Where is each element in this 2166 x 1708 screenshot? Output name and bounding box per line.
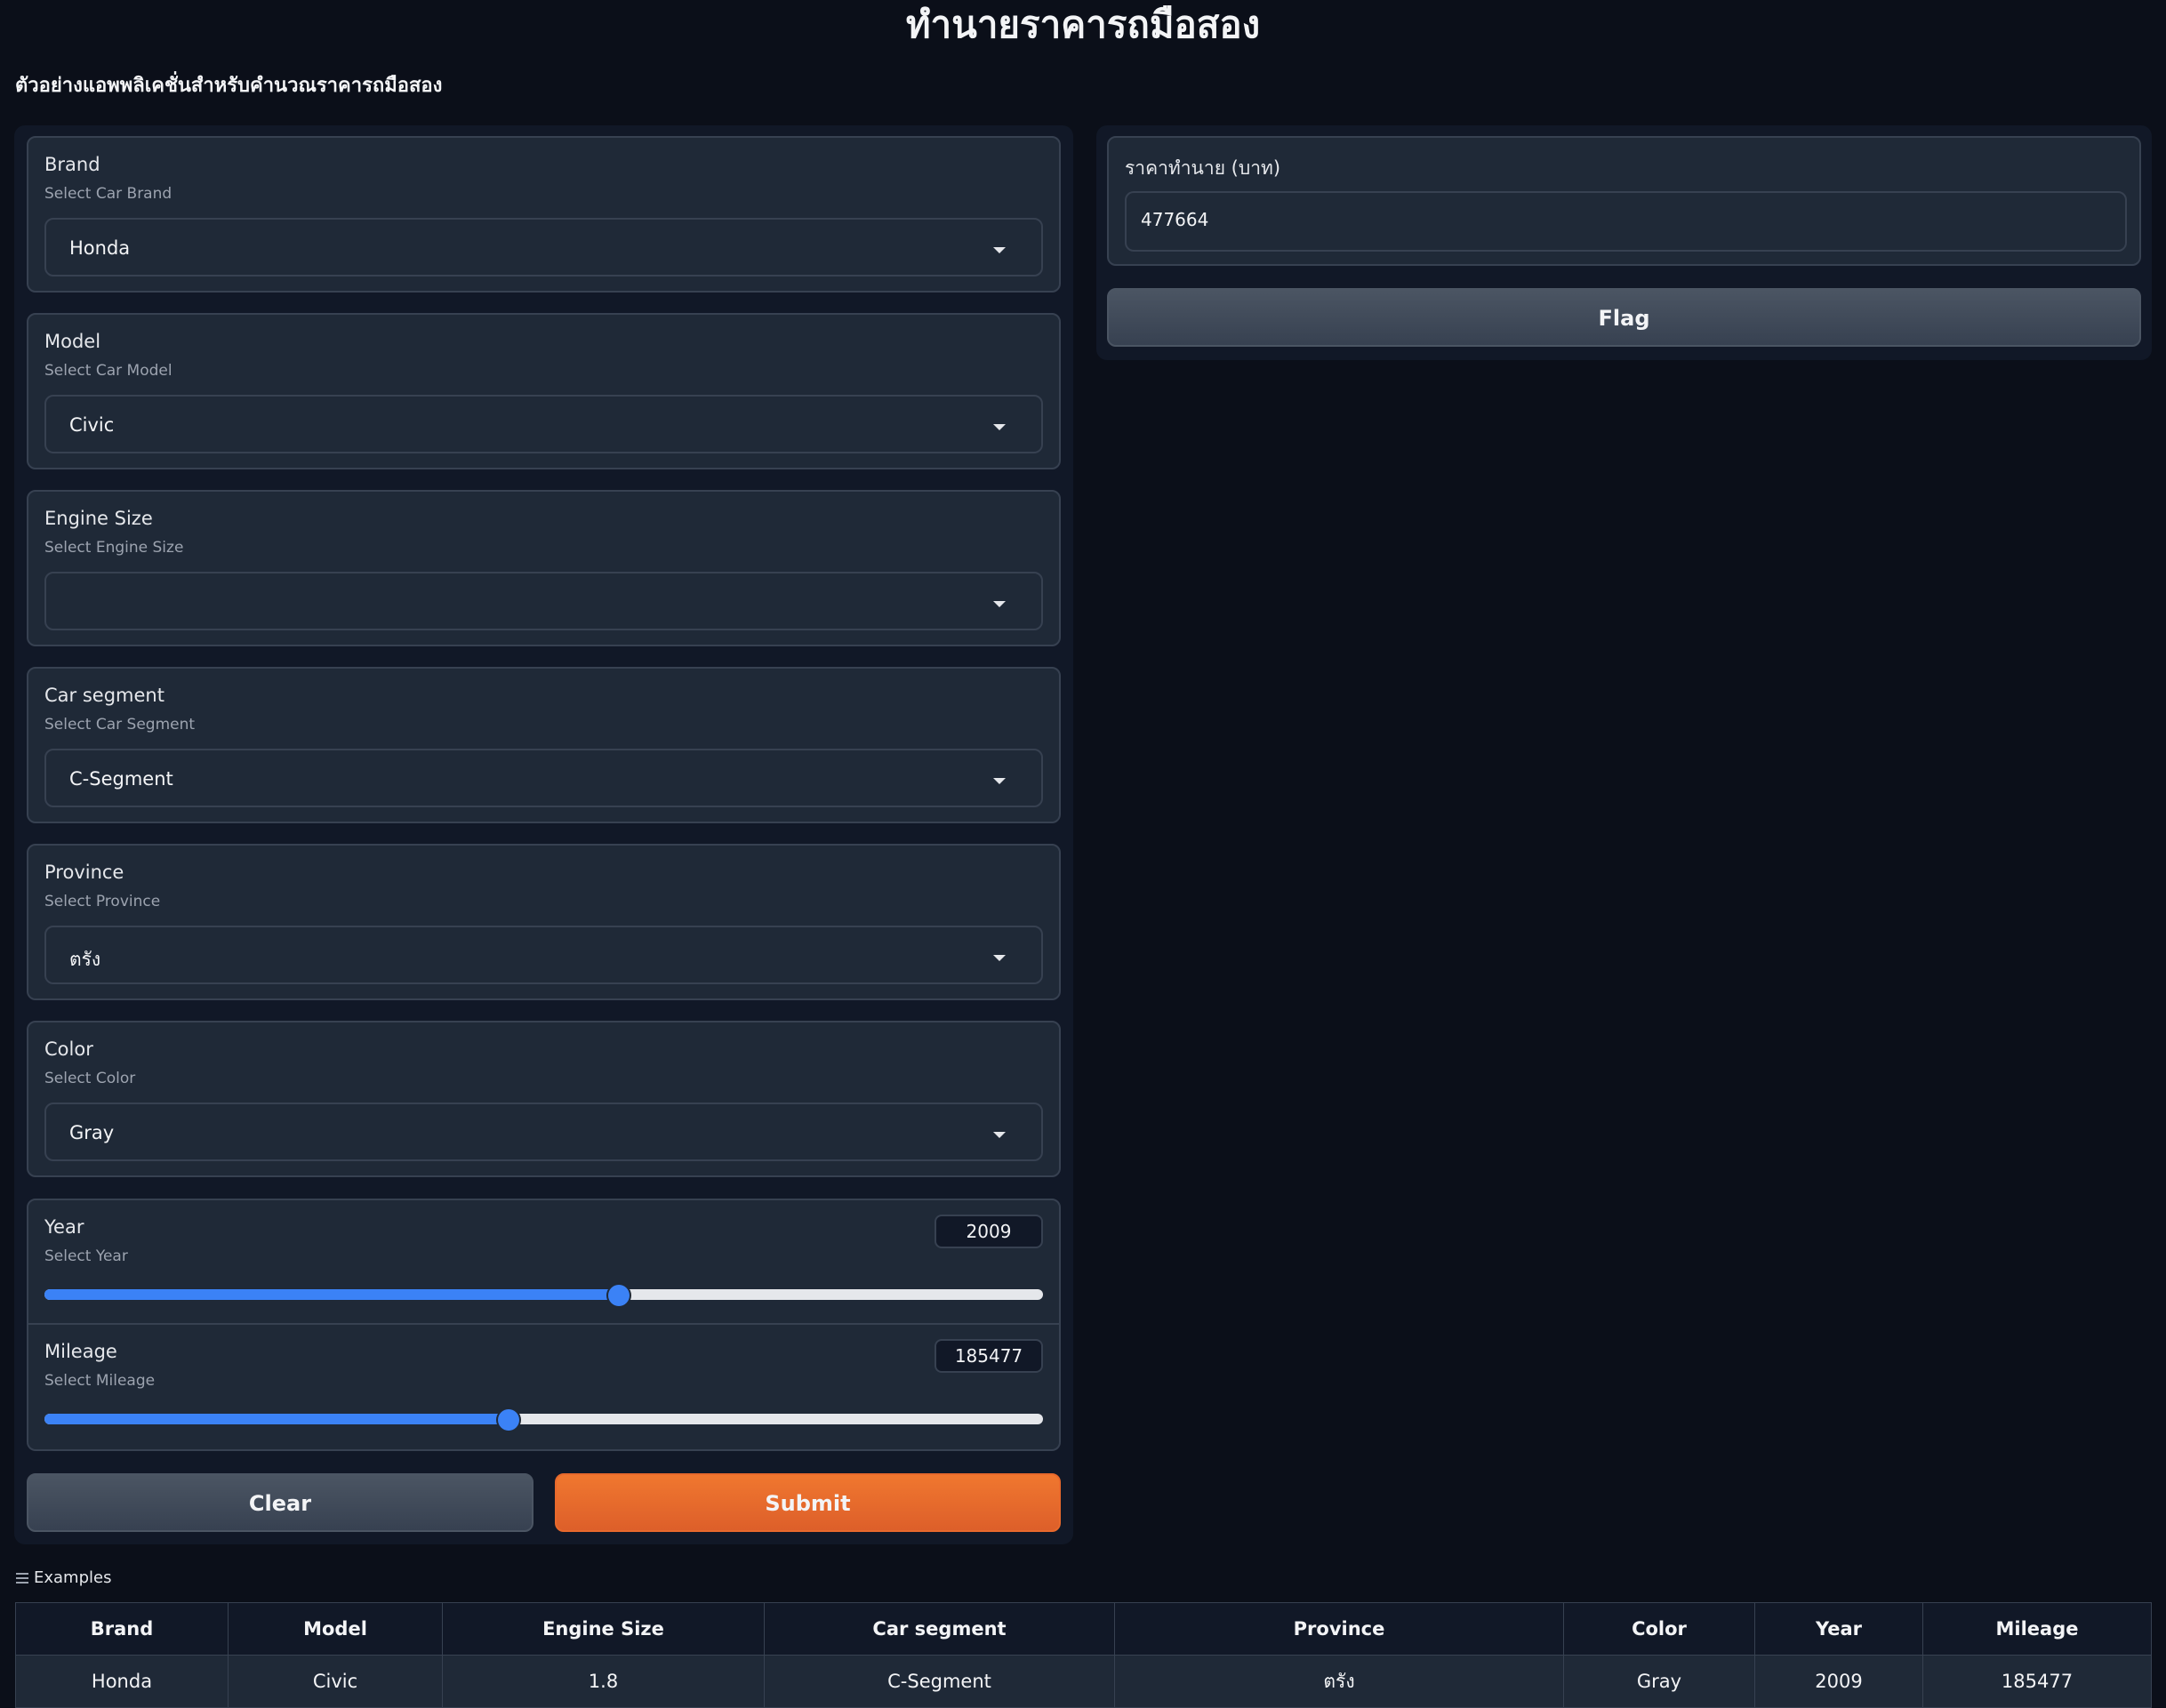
year-slider-track[interactable] xyxy=(44,1289,1043,1300)
examples-table: Brand Model Engine Size Car segment Prov… xyxy=(15,1602,2152,1708)
segment-value: C-Segment xyxy=(69,768,173,790)
predicted-price-field[interactable]: 477664 xyxy=(1125,191,2127,252)
engine-size-block: Engine Size Select Engine Size xyxy=(27,490,1061,646)
page-subtitle: ตัวอย่างแอพพลิเคชั่นสำหรับคำนวณราคารถมือ… xyxy=(15,75,443,97)
year-number-input[interactable]: 2009 xyxy=(935,1215,1043,1248)
column-header: Color xyxy=(1563,1602,1755,1656)
color-block: Color Select Color Gray xyxy=(27,1021,1061,1177)
caret-down-icon xyxy=(993,1132,1006,1138)
table-cell: Civic xyxy=(228,1655,443,1708)
color-info: Select Color xyxy=(44,1070,136,1087)
color-value: Gray xyxy=(69,1122,115,1143)
table-cell: C-Segment xyxy=(764,1655,1115,1708)
table-cell: 1.8 xyxy=(442,1655,765,1708)
column-header: Year xyxy=(1754,1602,1923,1656)
input-panel: Brand Select Car Brand Honda Model Selec… xyxy=(14,125,1073,1544)
model-value: Civic xyxy=(69,414,115,436)
column-header: Model xyxy=(228,1602,443,1656)
province-info: Select Province xyxy=(44,893,161,910)
year-slider-fill xyxy=(44,1289,619,1300)
column-header: Car segment xyxy=(764,1602,1115,1656)
submit-button[interactable]: Submit xyxy=(555,1473,1061,1532)
table-cell: Honda xyxy=(15,1655,229,1708)
mileage-block: Mileage Select Mileage 185477 xyxy=(27,1325,1061,1451)
column-header: Brand xyxy=(15,1602,229,1656)
examples-title: Examples xyxy=(34,1568,112,1587)
province-dropdown[interactable]: ตรัง xyxy=(44,926,1043,984)
output-panel: ราคาทำนาย (บาท) 477664 Flag xyxy=(1096,125,2152,360)
column-header: Mileage xyxy=(1922,1602,2152,1656)
engine-size-dropdown[interactable] xyxy=(44,572,1043,630)
model-label: Model xyxy=(44,331,101,352)
engine-size-info: Select Engine Size xyxy=(44,539,184,557)
table-header-row: Brand Model Engine Size Car segment Prov… xyxy=(15,1602,2152,1656)
brand-info: Select Car Brand xyxy=(44,185,172,203)
color-label: Color xyxy=(44,1038,93,1060)
caret-down-icon xyxy=(993,778,1006,784)
year-label: Year xyxy=(44,1216,84,1238)
year-slider-thumb[interactable] xyxy=(607,1285,630,1306)
segment-info: Select Car Segment xyxy=(44,716,196,734)
list-icon xyxy=(16,1570,28,1586)
table-row[interactable]: Honda Civic 1.8 C-Segment ตรัง Gray 2009… xyxy=(15,1655,2152,1708)
caret-down-icon xyxy=(993,955,1006,961)
caret-down-icon xyxy=(993,247,1006,253)
mileage-slider-track[interactable] xyxy=(44,1414,1043,1424)
year-info: Select Year xyxy=(44,1247,128,1265)
column-header: Engine Size xyxy=(442,1602,765,1656)
province-value: ตรัง xyxy=(69,949,101,970)
table-cell: 185477 xyxy=(1922,1655,2152,1708)
page-title: ทำนายราคารถมือสอง xyxy=(905,3,1261,46)
clear-button[interactable]: Clear xyxy=(27,1473,533,1532)
flag-button[interactable]: Flag xyxy=(1107,288,2141,347)
mileage-slider-fill xyxy=(44,1414,509,1424)
province-block: Province Select Province ตรัง xyxy=(27,844,1061,1000)
caret-down-icon xyxy=(993,601,1006,607)
mileage-number-input[interactable]: 185477 xyxy=(935,1339,1043,1373)
caret-down-icon xyxy=(993,424,1006,430)
model-dropdown[interactable]: Civic xyxy=(44,395,1043,453)
table-cell: Gray xyxy=(1563,1655,1755,1708)
mileage-slider-thumb[interactable] xyxy=(498,1409,520,1431)
model-info: Select Car Model xyxy=(44,362,172,380)
segment-dropdown[interactable]: C-Segment xyxy=(44,749,1043,807)
mileage-info: Select Mileage xyxy=(44,1372,156,1390)
mileage-label: Mileage xyxy=(44,1341,117,1362)
brand-block: Brand Select Car Brand Honda xyxy=(27,136,1061,293)
output-label: ราคาทำนาย (บาท) xyxy=(1125,157,1281,179)
table-cell: ตรัง xyxy=(1114,1655,1564,1708)
table-cell: 2009 xyxy=(1754,1655,1923,1708)
examples-header: Examples xyxy=(16,1568,111,1587)
model-block: Model Select Car Model Civic xyxy=(27,313,1061,469)
output-block: ราคาทำนาย (บาท) 477664 xyxy=(1107,136,2141,266)
brand-dropdown[interactable]: Honda xyxy=(44,218,1043,277)
color-dropdown[interactable]: Gray xyxy=(44,1103,1043,1161)
brand-value: Honda xyxy=(69,237,131,259)
province-label: Province xyxy=(44,862,124,883)
brand-label: Brand xyxy=(44,154,100,175)
column-header: Province xyxy=(1114,1602,1564,1656)
segment-block: Car segment Select Car Segment C-Segment xyxy=(27,667,1061,823)
engine-size-label: Engine Size xyxy=(44,508,153,529)
segment-label: Car segment xyxy=(44,685,164,706)
year-block: Year Select Year 2009 xyxy=(27,1199,1061,1325)
